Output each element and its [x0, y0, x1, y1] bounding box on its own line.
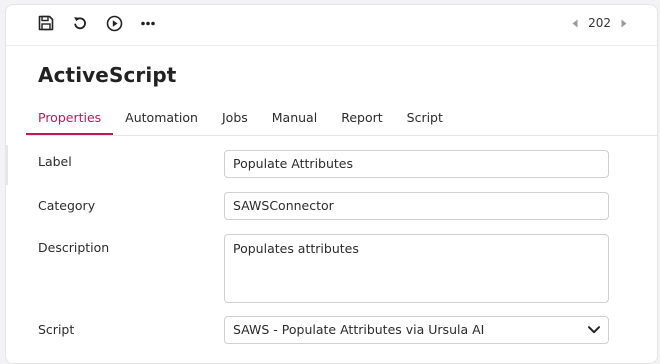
tab-report[interactable]: Report	[329, 105, 394, 135]
prev-arrow-icon[interactable]	[572, 19, 578, 28]
tab-automation[interactable]: Automation	[113, 105, 210, 135]
tab-script[interactable]: Script	[395, 105, 455, 135]
label-input[interactable]: Populate Attributes	[224, 150, 609, 178]
script-select[interactable]: SAWS - Populate Attributes via Ursula AI	[224, 316, 609, 344]
more-icon[interactable]	[138, 13, 158, 33]
page-title: ActiveScript	[38, 63, 177, 87]
tab-jobs[interactable]: Jobs	[210, 105, 260, 135]
tab-bar: Properties Automation Jobs Manual Report…	[26, 105, 657, 136]
main-panel: 202 ActiveScript Properties Automation J…	[5, 4, 658, 364]
play-icon[interactable]	[104, 13, 124, 33]
pager: 202	[572, 14, 627, 32]
undo-icon[interactable]	[70, 13, 90, 33]
next-arrow-icon[interactable]	[621, 19, 627, 28]
tab-manual[interactable]: Manual	[260, 105, 329, 135]
left-edge-marker	[5, 145, 8, 185]
label-field-label: Label	[38, 154, 72, 169]
script-field-label: Script	[38, 322, 75, 337]
page-number: 202	[588, 16, 611, 30]
save-icon[interactable]	[36, 13, 56, 33]
tab-properties[interactable]: Properties	[26, 105, 114, 135]
description-field-label: Description	[38, 240, 110, 255]
chevron-down-icon	[588, 326, 600, 334]
script-select-value: SAWS - Populate Attributes via Ursula AI	[233, 322, 485, 337]
toolbar: 202	[6, 5, 657, 46]
category-input[interactable]: SAWSConnector	[224, 192, 609, 220]
description-textarea[interactable]: Populates attributes	[224, 234, 609, 303]
category-field-label: Category	[38, 198, 96, 213]
